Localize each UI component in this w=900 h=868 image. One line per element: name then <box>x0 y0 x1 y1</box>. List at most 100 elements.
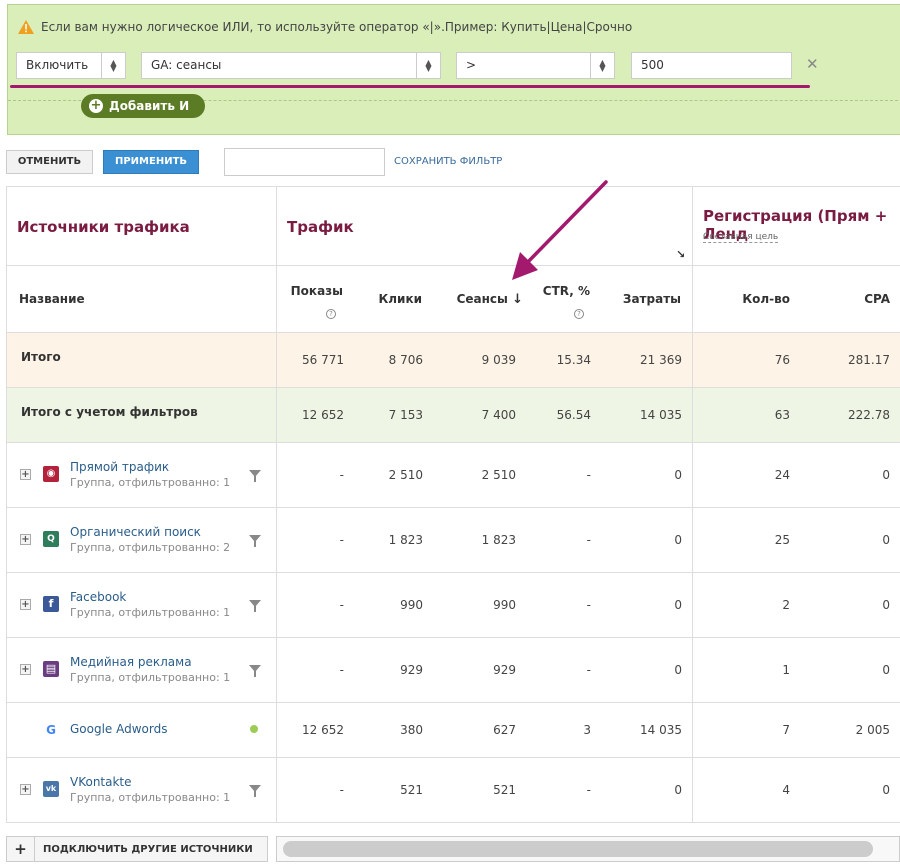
metric-select-value: GA: сеансы <box>151 58 222 72</box>
column-header-sessions[interactable]: Сеансы ↓ <box>457 292 523 307</box>
column-header-name[interactable]: Название <box>19 292 85 306</box>
cancel-button[interactable]: ОТМЕНИТЬ <box>6 150 93 174</box>
filter-hint-text: Если вам нужно логическое ИЛИ, то исполь… <box>41 20 633 34</box>
filter-funnel-icon[interactable] <box>249 535 261 547</box>
filtered-costs: 14 035 <box>640 408 682 422</box>
total-row-bg <box>7 332 900 387</box>
row-clicks: 1 823 <box>388 533 423 547</box>
source-name[interactable]: Органический поиск <box>70 525 201 539</box>
facebook-icon: f <box>43 596 59 612</box>
operator-select[interactable]: > ▲ ▼ <box>456 52 615 79</box>
total-count: 76 <box>774 353 790 367</box>
row-cpa: 0 <box>882 468 890 482</box>
row-count: 1 <box>782 663 790 677</box>
add-and-button[interactable]: + Добавить И <box>81 94 206 118</box>
plus-circle-icon: + <box>89 98 103 113</box>
filtered-count: 63 <box>774 408 790 422</box>
column-header-impressions[interactable]: Показы <box>291 284 343 298</box>
filter-name-input[interactable] <box>224 148 385 176</box>
row-divider <box>7 702 900 703</box>
help-icon[interactable]: ? <box>574 301 584 320</box>
row-sessions: 627 <box>493 723 516 737</box>
source-subtitle: Группа, отфильтрованно: 2 <box>70 541 231 554</box>
expand-row-icon[interactable]: + <box>20 664 31 675</box>
row-impressions: - <box>339 468 344 482</box>
row-sessions: 1 823 <box>481 533 516 547</box>
direct-traffic-icon: ◉ <box>43 466 59 482</box>
condition-underline <box>10 85 810 88</box>
row-ctr: - <box>586 533 591 547</box>
row-ctr: - <box>586 468 591 482</box>
row-count: 25 <box>774 533 790 547</box>
save-filter-link[interactable]: СОХРАНИТЬ ФИЛЬТР <box>394 156 502 167</box>
column-header-count[interactable]: Кол-во <box>742 292 790 306</box>
row-cpa: 0 <box>882 598 890 612</box>
column-header-costs[interactable]: Затраты <box>623 292 681 306</box>
expand-corner-icon[interactable]: ↘ <box>676 248 685 261</box>
filtered-sessions: 7 400 <box>481 408 516 422</box>
row-costs: 0 <box>674 468 682 482</box>
row-cpa: 0 <box>882 663 890 677</box>
row-costs: 0 <box>674 663 682 677</box>
row-divider <box>7 757 900 758</box>
source-name[interactable]: Facebook <box>70 590 126 604</box>
row-divider <box>7 572 900 573</box>
row-sessions: 2 510 <box>481 468 516 482</box>
select-arrows-icon: ▲ ▼ <box>416 53 440 78</box>
filter-panel: Если вам нужно логическое ИЛИ, то исполь… <box>7 4 900 135</box>
row-ctr: 3 <box>583 723 591 737</box>
source-name[interactable]: Google Adwords <box>70 722 168 736</box>
composite-goal-label: Составная цель <box>703 232 779 243</box>
row-divider <box>7 507 900 508</box>
row-clicks: 521 <box>400 783 423 797</box>
apply-button[interactable]: ПРИМЕНИТЬ <box>103 150 199 174</box>
status-dot <box>250 725 258 733</box>
row-clicks: 990 <box>400 598 423 612</box>
source-subtitle: Группа, отфильтрованно: 1 <box>70 476 231 489</box>
connect-sources-button[interactable]: + ПОДКЛЮЧИТЬ ДРУГИЕ ИСТОЧНИКИ <box>6 836 268 862</box>
row-clicks: 2 510 <box>388 468 423 482</box>
filter-funnel-icon[interactable] <box>249 600 261 612</box>
filter-funnel-icon[interactable] <box>249 470 261 482</box>
row-count: 2 <box>782 598 790 612</box>
sort-down-icon: ↓ <box>512 292 523 307</box>
horizontal-scrollbar[interactable] <box>276 836 900 862</box>
column-header-clicks[interactable]: Клики <box>378 292 422 306</box>
source-subtitle: Группа, отфильтрованно: 1 <box>70 791 231 804</box>
select-arrows-icon: ▲ ▼ <box>101 53 125 78</box>
source-name[interactable]: VKontakte <box>70 775 132 789</box>
filter-funnel-icon[interactable] <box>249 665 261 677</box>
expand-row-icon[interactable]: + <box>20 469 31 480</box>
source-subtitle: Группа, отфильтрованно: 1 <box>70 671 231 684</box>
filter-hint: Если вам нужно логическое ИЛИ, то исполь… <box>18 20 632 34</box>
row-impressions: - <box>339 663 344 677</box>
google-icon: G <box>43 722 59 738</box>
display-ads-icon: ▤ <box>43 661 59 677</box>
row-clicks: 380 <box>400 723 423 737</box>
filtered-impressions: 12 652 <box>302 408 344 422</box>
warning-icon <box>18 20 34 34</box>
row-count: 4 <box>782 783 790 797</box>
row-impressions: 12 652 <box>302 723 344 737</box>
remove-condition-icon[interactable]: ✕ <box>806 55 819 73</box>
expand-row-icon[interactable]: + <box>20 534 31 545</box>
scrollbar-thumb[interactable] <box>283 841 873 857</box>
source-name[interactable]: Медийная реклама <box>70 655 192 669</box>
row-clicks: 929 <box>400 663 423 677</box>
source-name[interactable]: Прямой трафик <box>70 460 169 474</box>
filtered-cpa: 222.78 <box>848 408 890 422</box>
help-icon[interactable]: ? <box>326 301 336 320</box>
include-select[interactable]: Включить ▲ ▼ <box>16 52 126 79</box>
filter-funnel-icon[interactable] <box>249 785 261 797</box>
metric-select[interactable]: GA: сеансы ▲ ▼ <box>141 52 441 79</box>
row-divider <box>7 387 900 388</box>
expand-row-icon[interactable]: + <box>20 599 31 610</box>
expand-row-icon[interactable]: + <box>20 784 31 795</box>
row-sessions: 521 <box>493 783 516 797</box>
filtered-ctr: 56.54 <box>556 408 591 422</box>
total-impressions: 56 771 <box>302 353 344 367</box>
threshold-input[interactable]: 500 <box>631 52 792 79</box>
column-header-cpa[interactable]: CPA <box>864 292 890 306</box>
group-header-sources: Источники трафика <box>17 218 190 236</box>
row-count: 7 <box>782 723 790 737</box>
